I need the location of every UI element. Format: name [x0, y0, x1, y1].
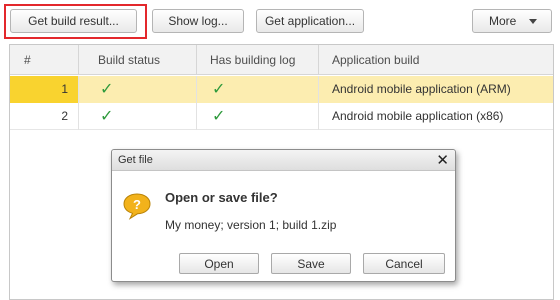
column-header-number[interactable]: #: [24, 45, 31, 75]
svg-text:?: ?: [133, 197, 141, 212]
column-divider: [196, 103, 197, 130]
column-divider: [78, 76, 79, 103]
question-icon: ?: [123, 193, 151, 220]
column-divider: [318, 103, 319, 130]
column-divider: [78, 45, 79, 75]
column-divider: [196, 45, 197, 75]
row-number: 2: [61, 109, 68, 123]
get-build-result-button[interactable]: Get build result...: [10, 9, 137, 33]
cancel-button[interactable]: Cancel: [363, 253, 445, 274]
column-header-has-building-log[interactable]: Has building log: [210, 45, 295, 75]
dialog-heading: Open or save file?: [165, 190, 278, 205]
check-icon: ✓: [212, 108, 226, 125]
column-divider: [78, 103, 79, 130]
row-number: 1: [10, 76, 78, 103]
more-button[interactable]: More: [472, 9, 552, 33]
open-button[interactable]: Open: [179, 253, 259, 274]
chevron-down-icon: [529, 19, 537, 24]
more-button-label: More: [489, 14, 517, 28]
check-icon: ✓: [212, 81, 226, 98]
toolbar: Get build result... Show log... Get appl…: [0, 0, 560, 44]
show-log-button[interactable]: Show log...: [152, 9, 244, 33]
dialog-title-bar[interactable]: Get file ✕: [112, 150, 455, 171]
application-build-cell: Android mobile application (x86): [332, 109, 504, 123]
get-application-button[interactable]: Get application...: [256, 9, 364, 33]
dialog-title: Get file: [118, 154, 153, 166]
dialog-filename: My money; version 1; build 1.zip: [165, 218, 337, 232]
check-icon: ✓: [100, 81, 114, 98]
get-file-dialog: Get file ✕ ? Open or save file? My money…: [111, 149, 456, 282]
column-header-application-build[interactable]: Application build: [332, 45, 419, 75]
check-icon: ✓: [100, 108, 114, 125]
table-row[interactable]: 2 ✓ ✓ Android mobile application (x86): [10, 103, 553, 130]
table-header: # Build status Has building log Applicat…: [10, 45, 553, 75]
save-button[interactable]: Save: [271, 253, 351, 274]
application-build-cell: Android mobile application (ARM): [332, 82, 511, 96]
table-row-selected[interactable]: 1 ✓ ✓ Android mobile application (ARM): [10, 76, 553, 103]
column-header-build-status[interactable]: Build status: [98, 45, 160, 75]
column-divider: [318, 76, 319, 103]
column-divider: [196, 76, 197, 103]
close-icon[interactable]: ✕: [436, 151, 449, 169]
column-divider: [318, 45, 319, 75]
